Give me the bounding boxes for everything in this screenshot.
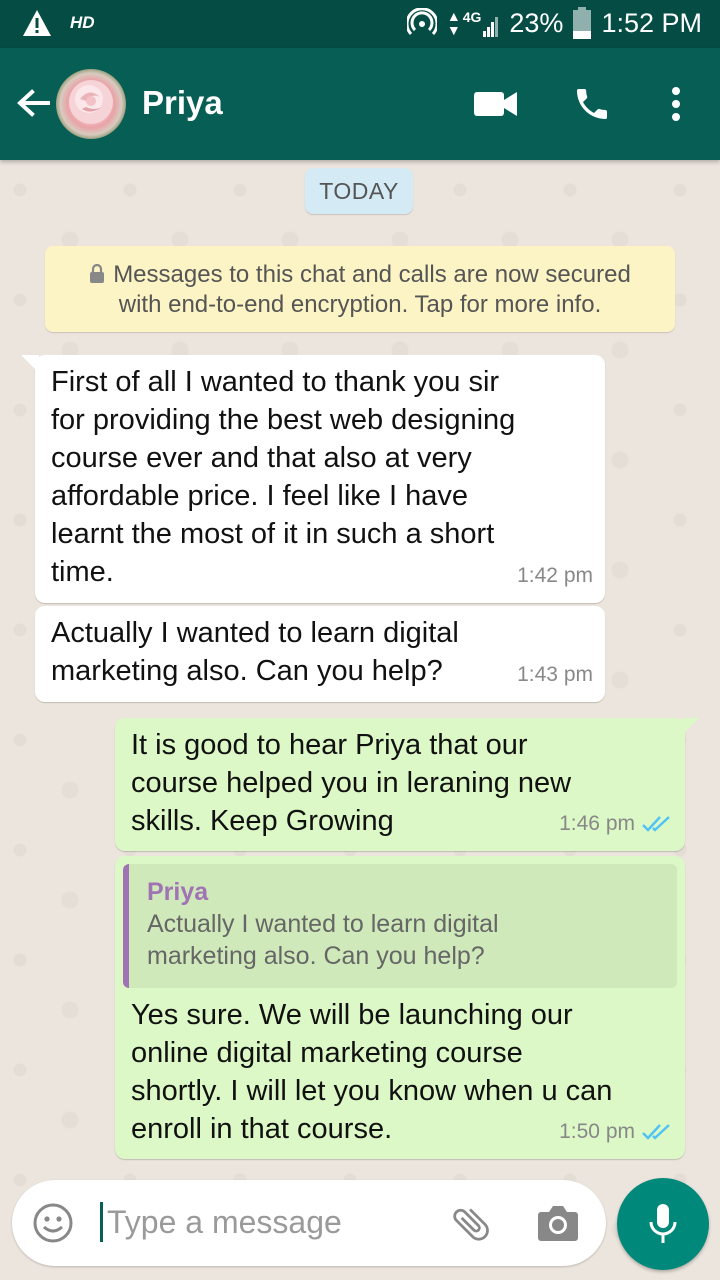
- hotspot-icon: [406, 8, 437, 36]
- more-options-icon[interactable]: [670, 86, 682, 122]
- encryption-line-1: Messages to this chat and calls are now …: [45, 260, 675, 290]
- signal-bars-icon: [483, 17, 499, 37]
- microphone-icon: [649, 1204, 677, 1243]
- message-line: It is good to hear Priya that our: [131, 729, 528, 761]
- message-body: Yes sure. We will be launching our onlin…: [131, 996, 612, 1148]
- message-line: shortly. I will let you know when u can: [131, 1075, 613, 1107]
- voice-call-icon[interactable]: [572, 84, 612, 124]
- contact-name[interactable]: Priya: [142, 84, 223, 122]
- chat-area[interactable]: TODAY Messages to this chat and calls ar…: [0, 160, 720, 1280]
- message-line: course ever and that also at very: [51, 442, 472, 474]
- message-timestamp: 1:43 pm: [517, 663, 593, 686]
- voice-message-button[interactable]: [617, 1178, 709, 1270]
- hd-label: HD: [70, 13, 95, 32]
- message-line: Yes sure. We will be launching our: [131, 999, 573, 1031]
- data-arrows-icon: ▲ ▼: [446, 8, 461, 38]
- status-bar: HD ▲ ▼ 4G 23% 1:52 PM: [0, 0, 720, 48]
- message-timestamp: 1:46 pm: [559, 812, 635, 835]
- message-bubble-incoming[interactable]: Actually I wanted to learn digital marke…: [35, 606, 605, 702]
- message-bubble-incoming[interactable]: First of all I wanted to thank you sir f…: [21, 355, 605, 603]
- double-check-read-icon: [642, 816, 670, 832]
- message-line: course helped you in leraning new: [131, 767, 572, 799]
- message-bubble-outgoing[interactable]: It is good to hear Priya that our course…: [115, 718, 699, 851]
- quoted-line: Actually I wanted to learn digital: [147, 910, 499, 938]
- date-chip: TODAY: [305, 168, 413, 214]
- encryption-notice[interactable]: Messages to this chat and calls are now …: [45, 246, 675, 332]
- message-line: First of all I wanted to thank you sir: [51, 366, 500, 398]
- message-line: affordable price. I feel like I have: [51, 480, 468, 512]
- lock-icon: [90, 264, 105, 283]
- bubble-tail: [21, 355, 39, 373]
- quoted-sender: Priya: [147, 878, 209, 906]
- emoji-icon[interactable]: [32, 1202, 74, 1244]
- message-line: time.: [51, 556, 114, 588]
- network-type: 4G: [462, 9, 482, 25]
- video-call-icon[interactable]: [474, 90, 518, 118]
- message-line: Actually I wanted to learn digital: [51, 617, 459, 649]
- message-bubble-outgoing-reply[interactable]: Priya Actually I wanted to learn digital…: [115, 856, 685, 1159]
- battery-percent: 23%: [509, 7, 564, 38]
- double-check-read-icon: [642, 1124, 670, 1140]
- message-line: for providing the best web designing: [51, 404, 516, 436]
- contact-avatar[interactable]: [56, 69, 126, 139]
- message-meta: 1:46 pm: [559, 805, 673, 843]
- signal-indicator: ▲ ▼ 4G: [447, 9, 500, 37]
- message-line: online digital marketing course: [131, 1037, 523, 1069]
- message-line: learnt the most of it in such a short: [51, 518, 495, 550]
- message-composer: Type a message: [12, 1180, 606, 1266]
- warning-icon: [23, 10, 51, 36]
- message-timestamp: 1:50 pm: [559, 1120, 635, 1143]
- bubble-tail: [681, 718, 699, 736]
- message-line: enroll in that course.: [131, 1113, 393, 1145]
- encryption-text-1: Messages to this chat and calls are now …: [113, 261, 631, 288]
- back-arrow-icon[interactable]: [14, 84, 52, 122]
- clock: 1:52 PM: [601, 7, 702, 38]
- message-line: marketing also. Can you help?: [51, 655, 443, 687]
- rose-avatar-image: [69, 80, 113, 124]
- message-timestamp: 1:42 pm: [517, 564, 593, 587]
- chat-header: Priya: [0, 48, 720, 160]
- battery-icon: [573, 7, 592, 39]
- attachment-icon[interactable]: [449, 1202, 493, 1246]
- quoted-message[interactable]: Priya Actually I wanted to learn digital…: [123, 864, 677, 988]
- message-meta: 1:50 pm: [559, 1113, 673, 1151]
- message-input[interactable]: Type a message: [100, 1202, 342, 1242]
- camera-icon[interactable]: [537, 1204, 579, 1242]
- quoted-line: marketing also. Can you help?: [147, 942, 485, 970]
- encryption-text-2: with end-to-end encryption. Tap for more…: [118, 291, 602, 318]
